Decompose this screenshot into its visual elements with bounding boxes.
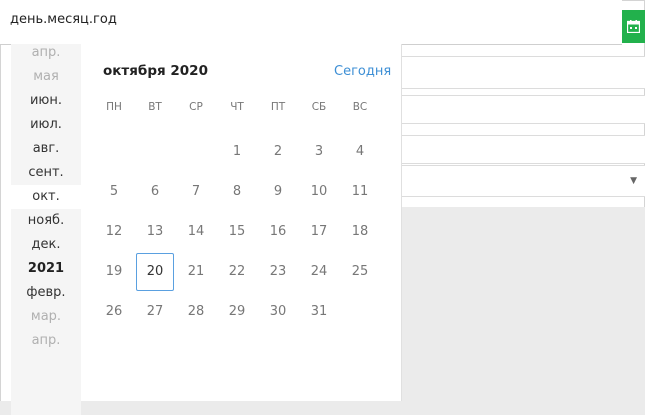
weekday-header: ЧТ [230, 101, 244, 113]
calendar-panel: октября 2020 Сегодня ПН ВТ СР ЧТ ПТ СБ ВС 1 2 3 4 5… [81, 44, 402, 401]
calendar-day[interactable]: 22 [218, 253, 256, 291]
weekday-header: ПН [106, 101, 122, 113]
calendar-day[interactable]: 21 [177, 253, 215, 291]
calendar-day[interactable]: 31 [300, 293, 338, 331]
calendar-day[interactable]: 20 [136, 253, 174, 291]
month-list-item[interactable]: 2021 [11, 257, 81, 281]
calendar-day[interactable]: 4 [341, 133, 379, 171]
calendar-day[interactable]: 15 [218, 213, 256, 251]
calendar-day[interactable]: 1 [218, 133, 256, 171]
calendar-icon [627, 20, 640, 33]
calendar-day[interactable]: 9 [259, 173, 297, 211]
dropdown-arrow-icon[interactable]: ▼ [630, 176, 637, 186]
calendar-day[interactable]: 8 [218, 173, 256, 211]
calendar-day[interactable]: 5 [95, 173, 133, 211]
month-list-item[interactable]: февр. [11, 281, 81, 305]
calendar-day[interactable]: 18 [341, 213, 379, 251]
background-panel [395, 207, 645, 415]
calendar-day[interactable]: 3 [300, 133, 338, 171]
calendar-day[interactable]: 12 [95, 213, 133, 251]
calendar-day[interactable]: 2 [259, 133, 297, 171]
calendar-day[interactable]: 17 [300, 213, 338, 251]
calendar-day[interactable]: 10 [300, 173, 338, 211]
calendar-day[interactable]: 26 [95, 293, 133, 331]
month-list-item[interactable]: апр. [11, 44, 81, 65]
month-list-item[interactable]: мая [11, 65, 81, 89]
month-scroll-list[interactable]: апр. мая июн. июл. авг. сент. окт. нояб. дек. 202… [11, 44, 81, 415]
form-field-3[interactable] [398, 135, 645, 164]
month-list-item[interactable]: апр. [11, 329, 81, 353]
weekday-header: ПТ [270, 101, 286, 113]
month-list-item[interactable]: дек. [11, 233, 81, 257]
month-list-item[interactable]: июл. [11, 113, 81, 137]
date-input[interactable]: день.месяц.год [0, 0, 622, 45]
weekday-header: ВС [352, 101, 368, 113]
month-list-item[interactable]: нояб. [11, 209, 81, 233]
month-list-item[interactable]: окт. [11, 185, 81, 209]
month-list-item[interactable]: мар. [11, 305, 81, 329]
calendar-day[interactable]: 13 [136, 213, 174, 251]
calendar-day[interactable]: 27 [136, 293, 174, 331]
calendar-day[interactable]: 29 [218, 293, 256, 331]
calendar-title: октября 2020 [103, 63, 208, 79]
form-field-1[interactable] [398, 56, 645, 89]
month-list-item[interactable]: авг. [11, 137, 81, 161]
weekday-header: СР [189, 101, 203, 113]
month-list-item[interactable]: сент. [11, 161, 81, 185]
calendar-day[interactable]: 28 [177, 293, 215, 331]
calendar-day[interactable]: 7 [177, 173, 215, 211]
calendar-day[interactable]: 23 [259, 253, 297, 291]
form-field-2[interactable] [398, 95, 645, 124]
date-input-placeholder: день.месяц.год [10, 12, 117, 27]
calendar-button[interactable] [622, 10, 645, 43]
calendar-day[interactable]: 25 [341, 253, 379, 291]
today-link[interactable]: Сегодня [334, 64, 391, 79]
calendar-day[interactable]: 30 [259, 293, 297, 331]
form-select[interactable]: ▼ [398, 165, 645, 197]
calendar-day[interactable]: 24 [300, 253, 338, 291]
weekday-header: ВТ [148, 101, 162, 113]
calendar-day[interactable]: 16 [259, 213, 297, 251]
calendar-day[interactable]: 14 [177, 213, 215, 251]
calendar-day[interactable]: 6 [136, 173, 174, 211]
calendar-day[interactable]: 19 [95, 253, 133, 291]
calendar-day[interactable]: 11 [341, 173, 379, 211]
month-list-item[interactable]: июн. [11, 89, 81, 113]
weekday-header: СБ [311, 101, 327, 113]
